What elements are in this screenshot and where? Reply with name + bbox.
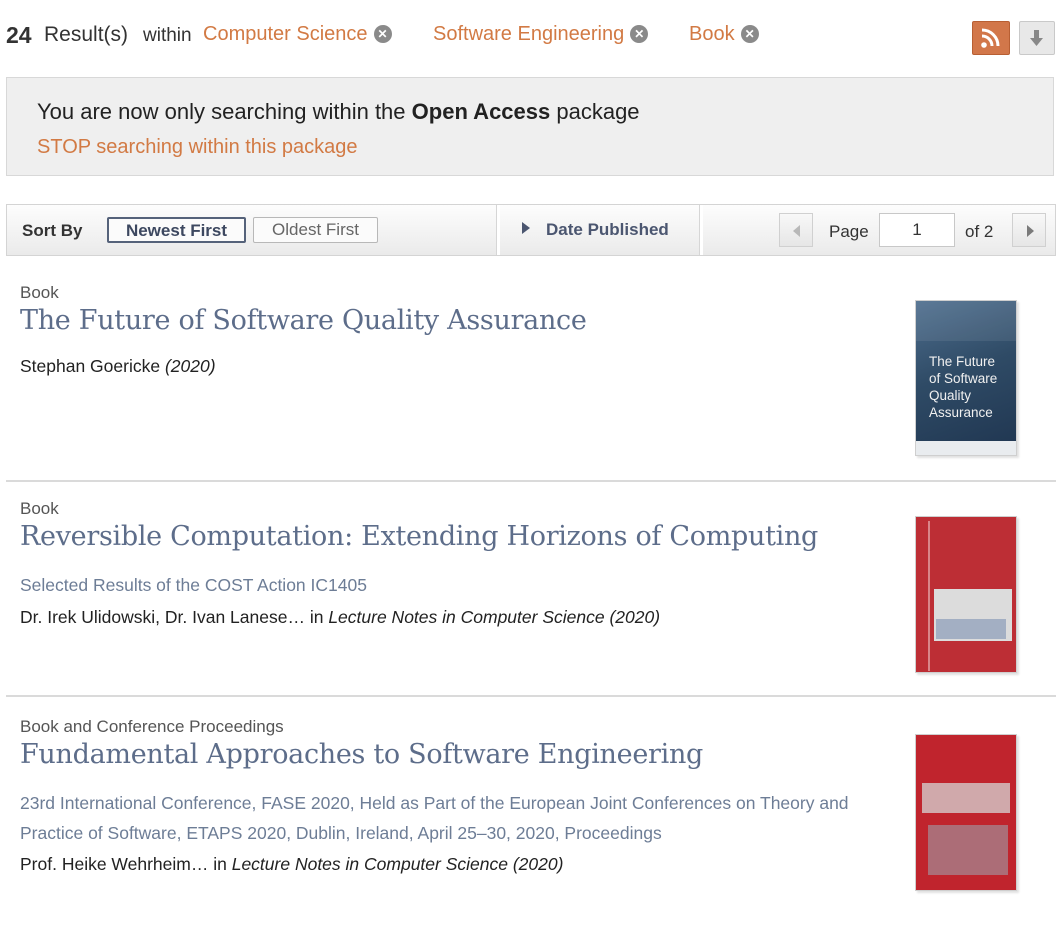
next-page-button[interactable] bbox=[1012, 213, 1046, 247]
rss-icon bbox=[981, 28, 1000, 48]
cover-stripe bbox=[928, 521, 930, 671]
series-name: Lecture Notes in Computer Science (2020) bbox=[231, 854, 564, 874]
facet-software-engineering[interactable]: Software Engineering ✕ bbox=[433, 23, 649, 46]
close-circle-icon[interactable]: ✕ bbox=[373, 25, 392, 43]
publication-year: (2020) bbox=[164, 356, 216, 376]
rss-button[interactable] bbox=[972, 21, 1010, 55]
book-cover-image[interactable] bbox=[915, 734, 1017, 891]
content-type: Book bbox=[20, 499, 59, 518]
package-name: Open Access bbox=[411, 99, 551, 124]
list-item: Book Reversible Computation: Extending H… bbox=[6, 496, 1056, 691]
facet-label: Book bbox=[689, 23, 735, 45]
facet-label: Software Engineering bbox=[433, 23, 625, 45]
result-authors: Dr. Irek Ulidowski, Dr. Ivan Lanese… in … bbox=[20, 607, 660, 628]
sort-bar: Sort By Newest First Oldest First Date P… bbox=[6, 204, 1056, 256]
author-names: Prof. Heike Wehrheim… bbox=[20, 854, 209, 874]
author-names: Stephan Goericke bbox=[20, 356, 165, 376]
stop-searching-link[interactable]: STOP searching within this package bbox=[37, 136, 358, 159]
banner-text-prefix: You are now only searching within the bbox=[37, 99, 412, 124]
list-item: Book and Conference Proceedings Fundamen… bbox=[6, 714, 1056, 924]
results-label: Result(s) bbox=[44, 23, 129, 46]
divider bbox=[6, 695, 1056, 697]
facet-label: Computer Science bbox=[203, 23, 368, 45]
result-authors: Stephan Goericke (2020) bbox=[20, 356, 216, 377]
oldest-first-button[interactable]: Oldest First bbox=[253, 217, 378, 243]
triangle-right-icon bbox=[522, 222, 530, 234]
sort-by-label: Sort By bbox=[22, 221, 83, 240]
result-subtitle: Selected Results of the COST Action IC14… bbox=[20, 575, 367, 595]
content-type: Book and Conference Proceedings bbox=[20, 717, 284, 736]
close-circle-icon[interactable]: ✕ bbox=[740, 25, 759, 43]
close-circle-icon[interactable]: ✕ bbox=[630, 25, 649, 43]
divider bbox=[699, 205, 703, 255]
cover-band bbox=[916, 301, 1016, 341]
download-button[interactable] bbox=[1019, 21, 1055, 55]
facet-book[interactable]: Book ✕ bbox=[689, 23, 759, 46]
cover-text-block bbox=[922, 783, 1010, 813]
newest-first-button[interactable]: Newest First bbox=[107, 217, 246, 243]
facet-computer-science[interactable]: Computer Science ✕ bbox=[203, 23, 392, 46]
cover-illustration-detail bbox=[936, 619, 1006, 639]
result-title-link[interactable]: Fundamental Approaches to Software Engin… bbox=[20, 739, 703, 770]
divider bbox=[6, 480, 1056, 482]
page-label: Page bbox=[829, 222, 869, 241]
in-label: in bbox=[208, 854, 232, 874]
previous-page-button[interactable] bbox=[779, 213, 813, 247]
cover-illustration bbox=[928, 825, 1008, 875]
list-item: Book The Future of Software Quality Assu… bbox=[6, 280, 1056, 475]
open-access-banner: You are now only searching within the Op… bbox=[6, 77, 1054, 176]
results-header: 24 Result(s) within Computer Science ✕ So… bbox=[6, 18, 1052, 56]
download-arrow-icon bbox=[1030, 30, 1043, 46]
result-count: 24 bbox=[6, 22, 32, 48]
series-name: Lecture Notes in Computer Science (2020) bbox=[328, 607, 661, 627]
content-type: Book bbox=[20, 283, 59, 302]
banner-text-suffix: package bbox=[550, 99, 640, 124]
result-authors: Prof. Heike Wehrheim… in Lecture Notes i… bbox=[20, 854, 563, 875]
result-title-link[interactable]: The Future of Software Quality Assurance bbox=[20, 305, 587, 336]
within-label: within bbox=[143, 25, 192, 46]
book-cover-image[interactable] bbox=[915, 516, 1017, 673]
chevron-left-icon bbox=[793, 225, 800, 237]
page-total: of 2 bbox=[965, 222, 994, 241]
in-label: in bbox=[304, 607, 329, 627]
chevron-right-icon bbox=[1027, 225, 1034, 237]
author-names: Dr. Irek Ulidowski, Dr. Ivan Lanese… bbox=[20, 607, 305, 627]
page-number-input[interactable] bbox=[879, 213, 955, 247]
result-subtitle: 23rd International Conference, FASE 2020… bbox=[20, 793, 849, 843]
cover-title: The Future of Software Quality Assurance bbox=[929, 354, 998, 420]
result-title-link[interactable]: Reversible Computation: Extending Horizo… bbox=[20, 521, 818, 552]
book-cover-image[interactable]: The Future of Software Quality Assurance bbox=[915, 300, 1017, 456]
banner-message: You are now only searching within the Op… bbox=[37, 99, 640, 125]
divider bbox=[496, 205, 500, 255]
date-published-label: Date Published bbox=[546, 220, 669, 239]
date-published-toggle[interactable]: Date Published bbox=[522, 220, 669, 240]
cover-footer bbox=[916, 441, 1016, 455]
